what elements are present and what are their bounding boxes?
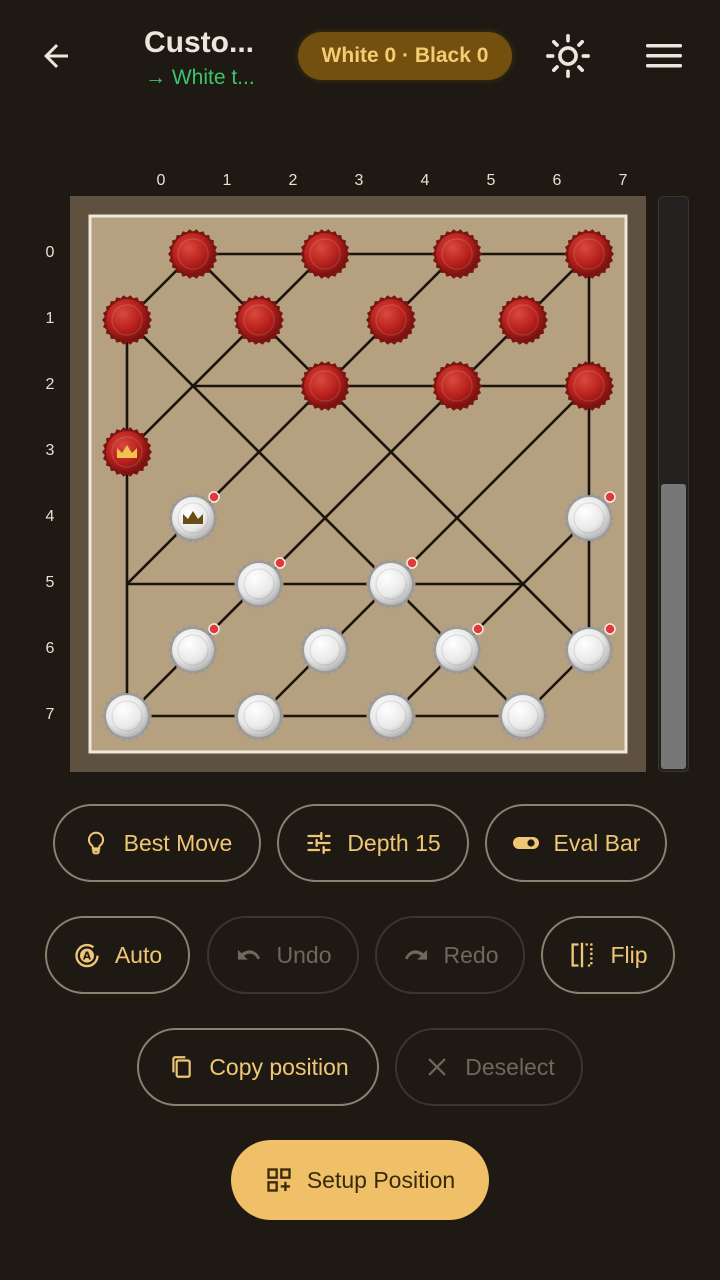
flip-label: Flip: [610, 941, 648, 968]
page-title: Custo...: [144, 26, 254, 59]
depth-button[interactable]: Depth 15: [277, 804, 469, 882]
redo-label: Redo: [443, 941, 499, 968]
close-icon: [423, 1053, 451, 1081]
eval-bar-label: Eval Bar: [553, 829, 641, 856]
arrow-left-icon: [44, 44, 68, 68]
sun-icon: [546, 34, 590, 78]
row-label-1: 1: [45, 310, 55, 327]
col-label-3: 3: [354, 172, 364, 189]
game-board[interactable]: [70, 196, 646, 772]
sliders-icon: [305, 829, 333, 857]
row-label-0: 0: [45, 244, 55, 261]
movable-indicator-dot: [604, 491, 616, 503]
col-label-5: 5: [486, 172, 496, 189]
back-button[interactable]: [28, 30, 84, 82]
row-label-7: 7: [45, 706, 55, 723]
menu-button[interactable]: [640, 36, 688, 76]
copy-icon: [167, 1053, 195, 1081]
redo-button[interactable]: Redo: [375, 916, 525, 994]
col-label-1: 1: [222, 172, 232, 189]
auto-play-icon: A: [73, 941, 101, 969]
movable-indicator-dot: [208, 491, 220, 503]
movable-indicator-dot: [472, 623, 484, 635]
auto-button[interactable]: A Auto: [45, 916, 190, 994]
deselect-label: Deselect: [465, 1053, 555, 1080]
toggle-icon: [512, 829, 540, 857]
depth-label: Depth 15: [347, 829, 441, 856]
deselect-button[interactable]: Deselect: [395, 1028, 583, 1106]
col-label-2: 2: [288, 172, 298, 189]
movable-indicator-dot: [604, 623, 616, 635]
setup-position-button[interactable]: Setup Position: [231, 1140, 489, 1220]
setup-position-label: Setup Position: [306, 1166, 456, 1193]
row-label-3: 3: [45, 442, 55, 459]
movable-indicator-dot: [208, 623, 220, 635]
flip-icon: [568, 941, 596, 969]
score-badge: White 0 · Black 0: [298, 32, 512, 80]
lightbulb-icon: [82, 829, 110, 857]
eval-bar-white-fill: [661, 484, 686, 769]
col-label-4: 4: [420, 172, 430, 189]
col-label-0: 0: [156, 172, 166, 189]
col-label-6: 6: [552, 172, 562, 189]
auto-label: Auto: [114, 941, 163, 968]
movable-indicator-dot: [406, 557, 418, 569]
turn-indicator: → White t...: [145, 66, 255, 89]
eval-bar-toggle-button[interactable]: Eval Bar: [485, 804, 667, 882]
best-move-button[interactable]: Best Move: [53, 804, 261, 882]
row-label-5: 5: [45, 574, 55, 591]
row-label-2: 2: [45, 376, 55, 393]
undo-label: Undo: [276, 941, 332, 968]
movable-indicator-dot: [274, 557, 286, 569]
add-grid-icon: [265, 1166, 293, 1194]
row-label-6: 6: [45, 640, 55, 657]
col-label-7: 7: [618, 172, 628, 189]
undo-button[interactable]: Undo: [207, 916, 359, 994]
copy-position-button[interactable]: Copy position: [137, 1028, 379, 1106]
flip-button[interactable]: Flip: [541, 916, 675, 994]
hamburger-icon: [646, 44, 682, 68]
copy-position-label: Copy position: [209, 1053, 349, 1080]
svg-text:A: A: [83, 951, 92, 963]
evaluation-bar: [658, 196, 689, 772]
theme-toggle-button[interactable]: [542, 32, 594, 80]
redo-icon: [402, 941, 430, 969]
row-label-4: 4: [45, 508, 55, 525]
best-move-label: Best Move: [123, 829, 233, 856]
undo-icon: [235, 941, 263, 969]
